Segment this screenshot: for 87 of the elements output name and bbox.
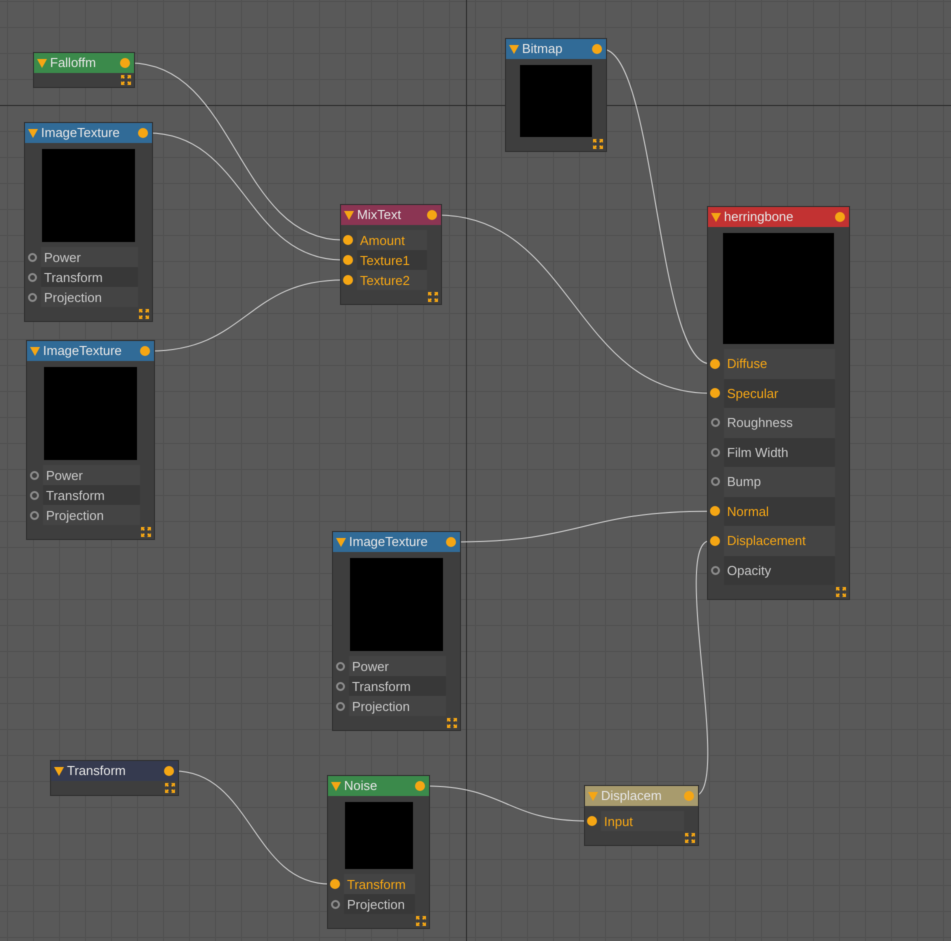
input-port[interactable] — [30, 470, 39, 480]
pin-label: Transform — [349, 676, 446, 696]
node-header[interactable]: ImageTexture — [25, 123, 152, 143]
input-port[interactable] — [336, 682, 345, 690]
input-port[interactable] — [711, 418, 720, 428]
input-port[interactable] — [343, 255, 353, 265]
input-port[interactable] — [710, 388, 720, 398]
node-header[interactable]: Transform — [51, 761, 178, 781]
input-port[interactable] — [711, 566, 720, 575]
pin-label: Input — [601, 811, 684, 831]
output-port[interactable] — [835, 212, 845, 222]
input-port[interactable] — [343, 275, 353, 285]
pin-label: Specular — [724, 378, 835, 408]
input-port[interactable] — [336, 662, 345, 670]
node-title: Noise — [344, 777, 378, 795]
collapse-triangle-icon[interactable] — [711, 212, 721, 222]
pin-label: Normal — [724, 496, 835, 526]
expand-icon[interactable] — [685, 833, 695, 843]
input-port[interactable] — [330, 879, 340, 889]
input-port[interactable] — [587, 816, 597, 826]
node-header[interactable]: ImageTexture — [333, 532, 460, 552]
pin-label: Diffuse — [724, 349, 835, 378]
input-port[interactable] — [710, 358, 720, 369]
collapse-triangle-icon[interactable] — [30, 346, 40, 356]
node-title: Transform — [67, 762, 127, 780]
node-title: MixText — [357, 206, 402, 224]
pin-label: Film Width — [724, 438, 835, 467]
pin-label: Projection — [41, 287, 138, 307]
input-port[interactable] — [28, 272, 37, 282]
pin-label: Texture1 — [357, 250, 427, 270]
input-port[interactable] — [343, 235, 353, 245]
input-port[interactable] — [711, 448, 720, 457]
collapse-triangle-icon[interactable] — [28, 128, 38, 138]
input-port[interactable] — [331, 900, 340, 908]
expand-icon[interactable] — [165, 783, 175, 793]
output-port[interactable] — [164, 766, 174, 776]
node-header[interactable]: ImageTexture — [27, 341, 154, 361]
pin-label: Projection — [344, 894, 415, 914]
pin-label: Power — [41, 247, 138, 267]
expand-icon[interactable] — [121, 75, 131, 85]
input-port[interactable] — [711, 477, 720, 486]
pin-label: Transform — [41, 267, 138, 287]
input-port[interactable] — [28, 292, 37, 302]
collapse-triangle-icon[interactable] — [509, 44, 519, 54]
expand-icon[interactable] — [836, 587, 846, 597]
pin-label: Amount — [357, 230, 427, 250]
node-title: Falloffm — [50, 54, 97, 72]
node-header[interactable]: herringbone — [708, 207, 849, 227]
pin-label: Projection — [43, 505, 140, 525]
expand-icon[interactable] — [141, 527, 151, 537]
input-port[interactable] — [710, 536, 720, 546]
output-port[interactable] — [138, 128, 148, 138]
node-title: ImageTexture — [43, 342, 123, 360]
node-title: ImageTexture — [41, 124, 121, 142]
node-title: herringbone — [724, 208, 794, 226]
expand-icon[interactable] — [447, 718, 457, 728]
pin-label: Roughness — [724, 408, 835, 438]
pin-label: Transform — [43, 485, 140, 505]
node-header[interactable]: MixText — [341, 205, 441, 225]
input-port[interactable] — [336, 702, 345, 710]
pin-label: Transform — [344, 874, 415, 894]
collapse-triangle-icon[interactable] — [54, 766, 64, 776]
pin-label: Displacement — [724, 526, 835, 556]
input-port[interactable] — [30, 490, 39, 500]
output-port[interactable] — [592, 44, 602, 54]
node-title: Displacem — [601, 787, 663, 805]
node-header[interactable]: Bitmap — [506, 39, 606, 59]
pin-label: Texture2 — [357, 270, 427, 290]
collapse-triangle-icon[interactable] — [336, 538, 346, 546]
input-port[interactable] — [710, 506, 720, 516]
pin-label: Power — [43, 465, 140, 485]
output-port[interactable] — [140, 346, 150, 356]
pin-label: Power — [349, 656, 446, 676]
node-title: Bitmap — [522, 40, 564, 58]
pin-label: Opacity — [724, 556, 835, 585]
expand-icon[interactable] — [428, 292, 438, 302]
output-port[interactable] — [446, 537, 456, 547]
input-port[interactable] — [28, 252, 37, 262]
pin-label: Bump — [724, 467, 835, 496]
expand-icon[interactable] — [139, 309, 149, 319]
collapse-triangle-icon[interactable] — [344, 210, 354, 220]
expand-icon[interactable] — [593, 139, 603, 149]
node-title: ImageTexture — [349, 533, 429, 551]
pin-label: Projection — [349, 696, 446, 716]
output-port[interactable] — [427, 210, 437, 220]
input-port[interactable] — [30, 510, 39, 520]
expand-icon[interactable] — [416, 916, 426, 926]
